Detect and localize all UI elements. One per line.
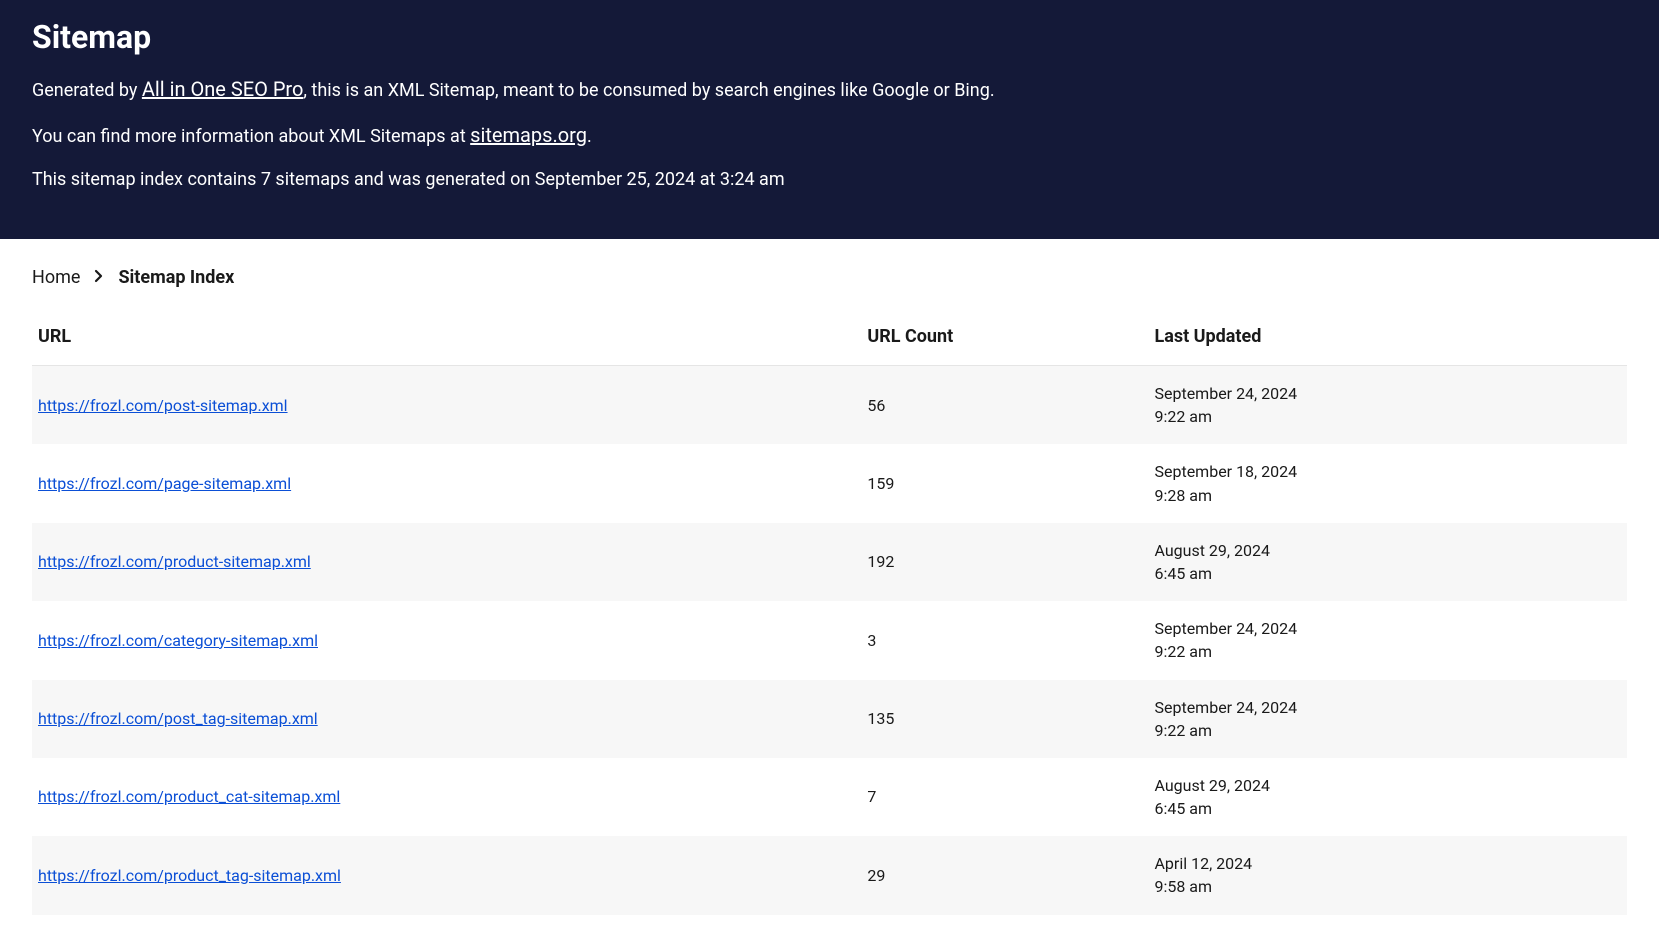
cell-url: https://frozl.com/category-sitemap.xml [32, 601, 861, 679]
cell-url: https://frozl.com/product_cat-sitemap.xm… [32, 758, 861, 836]
cell-url: https://frozl.com/post-sitemap.xml [32, 366, 861, 444]
updated-time: 9:22 am [1154, 640, 1617, 663]
cell-count: 56 [861, 366, 1148, 444]
breadcrumb-current: Sitemap Index [118, 267, 234, 288]
table-row: https://frozl.com/product_tag-sitemap.xm… [32, 836, 1627, 914]
updated-date: August 29, 2024 [1154, 774, 1617, 797]
breadcrumb-home[interactable]: Home [32, 267, 80, 288]
updated-time: 9:22 am [1154, 719, 1617, 742]
cell-updated: August 29, 20246:45 am [1148, 758, 1627, 836]
sitemap-link[interactable]: https://frozl.com/post_tag-sitemap.xml [38, 709, 318, 728]
cell-count: 192 [861, 523, 1148, 601]
page-title: Sitemap [32, 18, 1627, 56]
table-row: https://frozl.com/product_cat-sitemap.xm… [32, 758, 1627, 836]
cell-updated: September 24, 20249:22 am [1148, 680, 1627, 758]
intro-prefix: Generated by [32, 80, 142, 101]
sitemap-link[interactable]: https://frozl.com/product_cat-sitemap.xm… [38, 787, 340, 806]
updated-time: 6:45 am [1154, 797, 1617, 820]
cell-count: 29 [861, 836, 1148, 914]
col-count-header: URL Count [861, 308, 1148, 366]
sitemap-link[interactable]: https://frozl.com/category-sitemap.xml [38, 631, 318, 650]
cell-updated: September 24, 20249:22 am [1148, 601, 1627, 679]
sitemaps-org-link[interactable]: sitemaps.org [470, 123, 587, 147]
table-header-row: URL URL Count Last Updated [32, 308, 1627, 366]
cell-count: 159 [861, 444, 1148, 522]
sitemap-link[interactable]: https://frozl.com/page-sitemap.xml [38, 474, 291, 493]
cell-url: https://frozl.com/page-sitemap.xml [32, 444, 861, 522]
sitemap-table-wrap: URL URL Count Last Updated https://frozl… [0, 308, 1659, 945]
updated-date: September 24, 2024 [1154, 696, 1617, 719]
updated-time: 9:28 am [1154, 484, 1617, 507]
updated-date: September 18, 2024 [1154, 460, 1617, 483]
updated-time: 9:22 am [1154, 405, 1617, 428]
updated-date: September 24, 2024 [1154, 617, 1617, 640]
more-info-text: You can find more information about XML … [32, 120, 1627, 150]
more-info-suffix: . [587, 126, 592, 147]
table-row: https://frozl.com/page-sitemap.xml159Sep… [32, 444, 1627, 522]
col-url-header: URL [32, 308, 861, 366]
table-row: https://frozl.com/product-sitemap.xml 192… [32, 523, 1627, 601]
cell-count: 135 [861, 680, 1148, 758]
sitemap-link[interactable]: https://frozl.com/post-sitemap.xml [38, 396, 288, 415]
cell-count: 7 [861, 758, 1148, 836]
cell-updated: August 29, 20246:45 am [1148, 523, 1627, 601]
cell-updated: September 24, 20249:22 am [1148, 366, 1627, 444]
cell-count: 3 [861, 601, 1148, 679]
sitemap-link[interactable]: https://frozl.com/product_tag-sitemap.xm… [38, 866, 341, 885]
updated-time: 9:58 am [1154, 875, 1617, 898]
cell-url: https://frozl.com/product_tag-sitemap.xm… [32, 836, 861, 914]
cell-updated: September 18, 20249:28 am [1148, 444, 1627, 522]
sitemap-table: URL URL Count Last Updated https://frozl… [32, 308, 1627, 915]
aioseo-link[interactable]: All in One SEO Pro [142, 77, 304, 101]
col-updated-header: Last Updated [1148, 308, 1627, 366]
updated-date: April 12, 2024 [1154, 852, 1617, 875]
breadcrumb: Home Sitemap Index [0, 239, 1659, 308]
cell-url: https://frozl.com/post_tag-sitemap.xml [32, 680, 861, 758]
updated-date: September 24, 2024 [1154, 382, 1617, 405]
intro-text: Generated by All in One SEO Pro, this is… [32, 74, 1627, 104]
table-row: https://frozl.com/category-sitemap.xml 3S… [32, 601, 1627, 679]
intro-suffix: , this is an XML Sitemap, meant to be co… [303, 80, 994, 101]
updated-time: 6:45 am [1154, 562, 1617, 585]
cell-url: https://frozl.com/product-sitemap.xml [32, 523, 861, 601]
table-row: https://frozl.com/post-sitemap.xml56Sept… [32, 366, 1627, 444]
cell-updated: April 12, 20249:58 am [1148, 836, 1627, 914]
page-header: Sitemap Generated by All in One SEO Pro,… [0, 0, 1659, 239]
sitemap-link[interactable]: https://frozl.com/product-sitemap.xml [38, 552, 311, 571]
more-info-prefix: You can find more information about XML … [32, 126, 470, 147]
updated-date: August 29, 2024 [1154, 539, 1617, 562]
summary-text: This sitemap index contains 7 sitemaps a… [32, 166, 1627, 193]
chevron-right-icon [94, 267, 104, 288]
table-row: https://frozl.com/post_tag-sitemap.xml 13… [32, 680, 1627, 758]
